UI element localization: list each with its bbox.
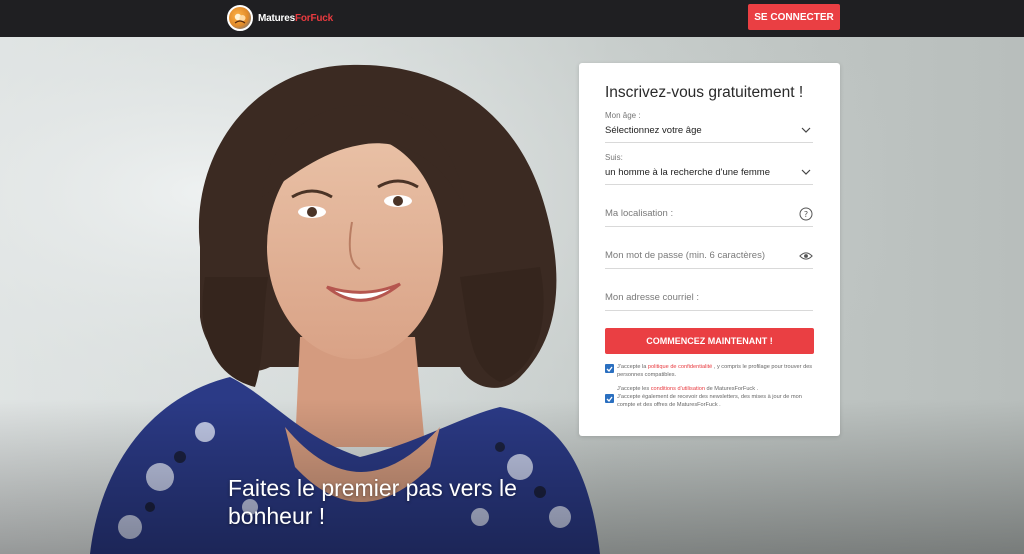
logo-text-accent: ForFuck <box>294 12 334 24</box>
login-button[interactable]: SE CONNECTER <box>748 4 840 30</box>
svg-text:?: ? <box>804 210 808 219</box>
terms-text-after: de MaturesForFuck . <box>704 386 759 392</box>
hero-tagline: Faites le premier pas vers le bonheur ! <box>228 475 517 529</box>
age-value: Sélectionnez votre âge <box>605 125 702 136</box>
terms-text-before: J'accepte les <box>617 386 651 392</box>
privacy-consent: J'accepte la politique de confidentialit… <box>605 363 815 379</box>
help-question-icon[interactable]: ? <box>799 207 813 221</box>
terms-consent: J'accepte les conditions d'utilisation d… <box>605 385 815 409</box>
privacy-checkbox[interactable] <box>605 364 614 373</box>
signup-form-card: Inscrivez-vous gratuitement ! Mon âge : … <box>579 63 840 436</box>
seeking-label: Suis: <box>605 153 623 162</box>
password-placeholder: Mon mot de passe (min. 6 caractères) <box>605 250 765 261</box>
form-title: Inscrivez-vous gratuitement ! <box>605 84 804 101</box>
age-select[interactable]: Mon âge : Sélectionnez votre âge <box>605 111 813 143</box>
logo-wordmark: MaturesForFuck <box>258 13 333 24</box>
terms-of-use-link[interactable]: conditions d'utilisation <box>651 386 705 392</box>
seeking-value: un homme à la recherche d'une femme <box>605 167 770 178</box>
privacy-text-before: J'accepte la <box>617 364 648 370</box>
logo-badge-icon <box>227 5 253 31</box>
top-navigation-bar: MaturesForFuck SE CONNECTER <box>0 0 1024 37</box>
eye-icon[interactable] <box>799 249 813 263</box>
terms-consent-text: J'accepte les conditions d'utilisation d… <box>617 385 815 409</box>
age-label: Mon âge : <box>605 111 641 120</box>
hero-section: Faites le premier pas vers le bonheur ! <box>0 37 1024 554</box>
newsletter-consent-text: J'accepte également de recevoir des news… <box>617 394 802 408</box>
terms-checkbox[interactable] <box>605 394 614 403</box>
location-input[interactable]: Ma localisation : ? <box>605 201 813 227</box>
email-input[interactable]: Mon adresse courriel : <box>605 285 813 311</box>
location-placeholder: Ma localisation : <box>605 208 674 219</box>
site-logo[interactable]: MaturesForFuck <box>227 4 333 32</box>
logo-text-primary: Matures <box>258 12 295 24</box>
start-now-button[interactable]: COMMENCEZ MAINTENANT ! <box>605 328 814 354</box>
email-placeholder: Mon adresse courriel : <box>605 292 699 303</box>
privacy-policy-link[interactable]: politique de confidentialité <box>648 364 712 370</box>
password-input[interactable]: Mon mot de passe (min. 6 caractères) <box>605 243 813 269</box>
chevron-down-icon <box>799 123 813 137</box>
seeking-select[interactable]: Suis: un homme à la recherche d'une femm… <box>605 153 813 185</box>
chevron-down-icon <box>799 165 813 179</box>
privacy-consent-text: J'accepte la politique de confidentialit… <box>617 363 815 379</box>
